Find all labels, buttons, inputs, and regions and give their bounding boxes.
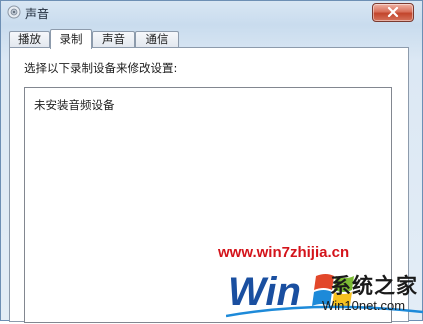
tab-playback[interactable]: 播放 (9, 31, 50, 47)
watermark-site: Win10net.com (322, 298, 406, 313)
instruction-text: 选择以下录制设备来修改设置: (24, 61, 178, 75)
window-title: 声音 (25, 7, 50, 21)
no-devices-message: 未安装音频设备 (34, 98, 115, 112)
close-icon (387, 7, 399, 17)
title-bar[interactable]: 声音 (1, 1, 422, 25)
speaker-icon (7, 5, 21, 19)
tab-recording[interactable]: 录制 (50, 29, 92, 49)
tab-label: 通信 (145, 32, 169, 46)
tab-sounds[interactable]: 声音 (92, 31, 135, 47)
watermark-url: www.win7zhijia.cn (218, 244, 350, 261)
watermark-brand: 系统之家 (330, 275, 418, 298)
tab-label: 声音 (102, 32, 125, 46)
tab-strip: 播放 录制 声音 通信 (9, 29, 409, 49)
tab-label: 录制 (59, 32, 83, 46)
tab-communications[interactable]: 通信 (135, 31, 179, 47)
close-button[interactable] (372, 3, 414, 22)
tab-label: 播放 (18, 32, 41, 46)
